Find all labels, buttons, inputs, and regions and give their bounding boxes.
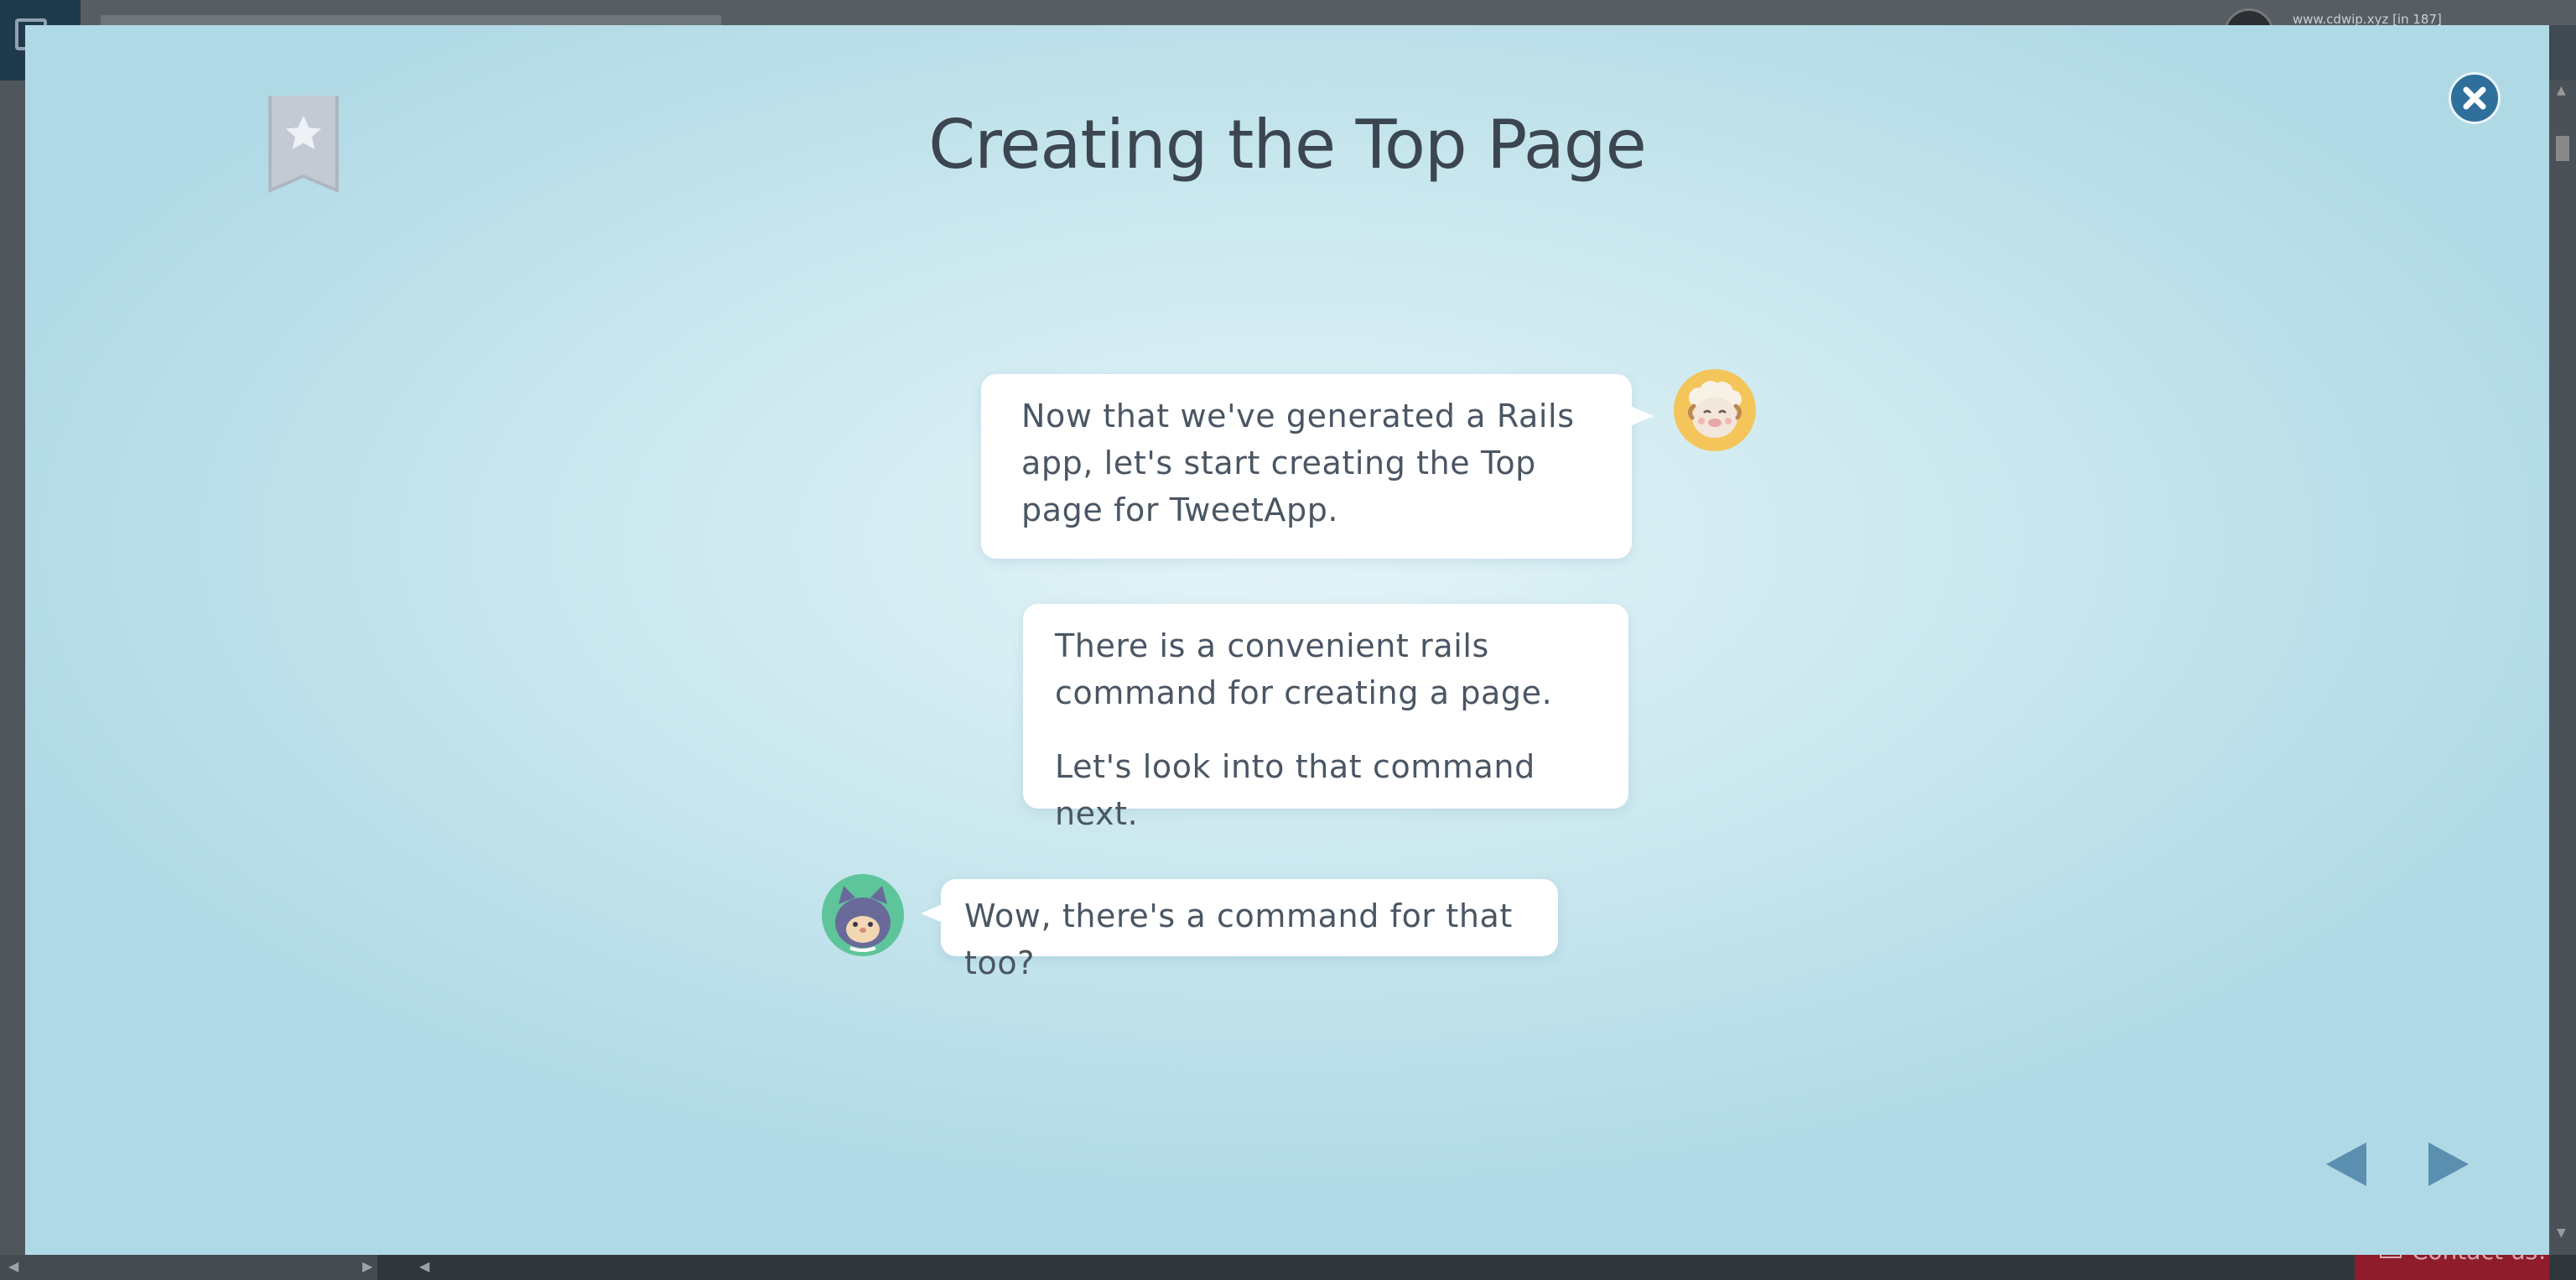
bubble-text: Wow, there's a command for that too? (964, 898, 1513, 981)
previous-slide-button[interactable] (2323, 1139, 2370, 1189)
speech-bubble: Now that we've generated a Rails app, le… (981, 374, 1654, 559)
scroll-up-icon: ▲ (2557, 84, 2566, 97)
horizontal-scrollbar (0, 1255, 377, 1280)
triangle-left-icon (2326, 1142, 2366, 1186)
slide-modal: Creating the Top Page Now that we've gen… (25, 25, 2549, 1255)
bubble-text: There is a convenient rails command for … (1055, 627, 1553, 711)
bubble-text: Now that we've generated a Rails app, le… (1021, 398, 1575, 528)
close-button[interactable] (2449, 72, 2501, 124)
scroll-right-icon: ▶ (362, 1258, 373, 1274)
next-slide-button[interactable] (2425, 1139, 2472, 1189)
triangle-right-icon (2428, 1142, 2469, 1186)
background-left-sidebar (0, 81, 25, 1255)
background-bottom-bar (0, 1255, 2576, 1280)
scroll-left-icon: ◀ (8, 1258, 19, 1274)
scroll-thumb (2556, 136, 2569, 161)
scroll-left-icon: ◀ (419, 1258, 430, 1274)
close-icon (2463, 86, 2486, 110)
slide-title: Creating the Top Page (928, 106, 1647, 184)
bubble-text: Let's look into that command next. (1055, 748, 1535, 832)
speech-bubble: Wow, there's a command for that too? (921, 879, 1558, 981)
background-scrollbar: ▲ ▼ (2549, 81, 2576, 1255)
scroll-down-icon: ▼ (2557, 1226, 2566, 1240)
cat-avatar-icon (822, 874, 904, 956)
sheep-avatar-icon (1674, 369, 1756, 451)
speech-bubble: There is a convenient rails command for … (1023, 604, 1628, 832)
